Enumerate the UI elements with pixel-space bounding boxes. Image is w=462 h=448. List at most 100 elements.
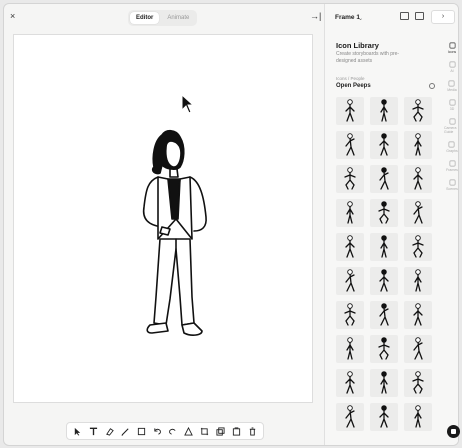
icon-tile[interactable] bbox=[370, 131, 398, 159]
person-icon bbox=[414, 133, 422, 156]
person-icon bbox=[414, 269, 422, 292]
chart-icon bbox=[449, 141, 455, 148]
icon-tile[interactable] bbox=[404, 131, 432, 159]
chat-button[interactable] bbox=[447, 425, 460, 438]
top-bar: × Editor Animate →| bbox=[4, 4, 322, 31]
rail-item-media[interactable]: Media bbox=[447, 80, 457, 92]
rail-item-label: Media bbox=[447, 88, 457, 92]
rail-item-3d[interactable]: 3D bbox=[449, 99, 456, 111]
image-tool-button[interactable] bbox=[136, 426, 146, 436]
icon-tile[interactable] bbox=[370, 199, 398, 227]
icon-tile[interactable] bbox=[404, 403, 432, 431]
icon-tile[interactable] bbox=[370, 267, 398, 295]
person-illustration[interactable] bbox=[132, 127, 222, 357]
person-icon bbox=[379, 133, 389, 156]
person-icon bbox=[379, 303, 389, 326]
icon-tile[interactable] bbox=[370, 335, 398, 363]
cursor-icon bbox=[181, 94, 195, 114]
icon-tile[interactable] bbox=[404, 369, 432, 397]
brush-tool-button[interactable] bbox=[120, 426, 130, 436]
chevron-down-icon[interactable]: ⌄ bbox=[358, 15, 363, 22]
icon-tile[interactable] bbox=[370, 165, 398, 193]
icon-tile[interactable] bbox=[370, 233, 398, 261]
person-icon bbox=[413, 201, 423, 224]
tab-animate[interactable]: Animate bbox=[161, 12, 195, 24]
export-icon[interactable] bbox=[400, 12, 409, 20]
rail-item-graphs[interactable]: Graphs bbox=[446, 141, 458, 153]
drawing-canvas[interactable] bbox=[13, 34, 313, 403]
icon-tile[interactable] bbox=[404, 233, 432, 261]
crop-tool-button[interactable] bbox=[200, 426, 210, 436]
person-icon bbox=[413, 337, 423, 360]
rail-item-icons[interactable]: Icons bbox=[448, 42, 456, 54]
person-icon bbox=[378, 201, 390, 224]
person-icon bbox=[413, 167, 423, 190]
select-tool-button[interactable] bbox=[73, 426, 83, 436]
close-button[interactable]: × bbox=[10, 11, 15, 21]
shape-tool-button[interactable] bbox=[184, 426, 194, 436]
sparkle-icon bbox=[449, 61, 455, 68]
panel-actions bbox=[400, 12, 424, 20]
preview-icon[interactable] bbox=[415, 12, 424, 20]
person-icon bbox=[412, 371, 424, 394]
person-icon bbox=[379, 269, 389, 292]
icon-tile[interactable] bbox=[336, 165, 364, 193]
delete-tool-button[interactable] bbox=[247, 426, 257, 436]
icon-tile[interactable] bbox=[370, 403, 398, 431]
image-icon bbox=[449, 80, 455, 87]
icon-tile[interactable] bbox=[370, 369, 398, 397]
panel-description: Create storyboards with pre-designed ass… bbox=[336, 51, 400, 64]
icon-tile[interactable] bbox=[336, 233, 364, 261]
grid-icon bbox=[449, 42, 455, 49]
duplicate-tool-button[interactable] bbox=[231, 426, 241, 436]
chat-icon bbox=[451, 429, 456, 434]
icon-tile[interactable] bbox=[404, 97, 432, 125]
bottom-toolbar bbox=[66, 422, 264, 440]
person-icon bbox=[414, 405, 422, 428]
eraser-tool-button[interactable] bbox=[105, 426, 115, 436]
side-rail: Icons AI Media 3D Camera Guide Graphs Frames Sc… bbox=[444, 42, 458, 191]
icon-tile[interactable] bbox=[404, 165, 432, 193]
camera-icon bbox=[449, 118, 455, 125]
person-icon bbox=[412, 235, 424, 258]
collapse-panel-button[interactable]: →| bbox=[310, 11, 321, 21]
tab-editor[interactable]: Editor bbox=[130, 12, 160, 24]
icon-tile[interactable] bbox=[336, 97, 364, 125]
icon-tile[interactable] bbox=[336, 199, 364, 227]
icon-tile[interactable] bbox=[336, 267, 364, 295]
rail-item-label: Scenes bbox=[446, 187, 458, 191]
rail-item-label: AI bbox=[450, 69, 454, 73]
rail-item-label: Icons bbox=[447, 50, 457, 54]
icon-tile[interactable] bbox=[336, 335, 364, 363]
icon-tile[interactable] bbox=[370, 301, 398, 329]
icon-tile[interactable] bbox=[404, 301, 432, 329]
next-button[interactable]: › bbox=[431, 10, 455, 24]
icon-tile[interactable] bbox=[336, 369, 364, 397]
undo-tool-button[interactable] bbox=[152, 426, 162, 436]
person-icon bbox=[345, 235, 355, 258]
person-icon bbox=[378, 337, 390, 360]
text-tool-button[interactable] bbox=[89, 426, 99, 436]
rail-item-label: Camera Guide bbox=[444, 126, 457, 134]
search-icon[interactable] bbox=[429, 83, 435, 89]
icon-tile[interactable] bbox=[404, 335, 432, 363]
icon-tile[interactable] bbox=[404, 199, 432, 227]
redo-tool-button[interactable] bbox=[168, 426, 178, 436]
person-icon bbox=[344, 303, 356, 326]
icon-tile[interactable] bbox=[336, 301, 364, 329]
rail-item-frames[interactable]: Frames bbox=[446, 160, 458, 172]
rail-item-ai[interactable]: AI bbox=[449, 61, 456, 73]
icon-tile[interactable] bbox=[404, 267, 432, 295]
rail-item-scenes[interactable]: Scenes bbox=[446, 179, 458, 191]
frame-selector[interactable]: Frame 1 bbox=[335, 14, 360, 21]
breadcrumb[interactable]: Icons / People bbox=[336, 76, 365, 81]
person-icon bbox=[345, 133, 355, 156]
rail-item-label: 3D bbox=[449, 107, 455, 111]
layers-tool-button[interactable] bbox=[215, 426, 225, 436]
rail-item-camera-guide[interactable]: Camera Guide bbox=[444, 118, 458, 134]
icon-tile[interactable] bbox=[336, 131, 364, 159]
icon-tile[interactable] bbox=[336, 403, 364, 431]
library-name: Open Peeps bbox=[336, 83, 371, 89]
scene-icon bbox=[449, 179, 455, 186]
icon-tile[interactable] bbox=[370, 97, 398, 125]
